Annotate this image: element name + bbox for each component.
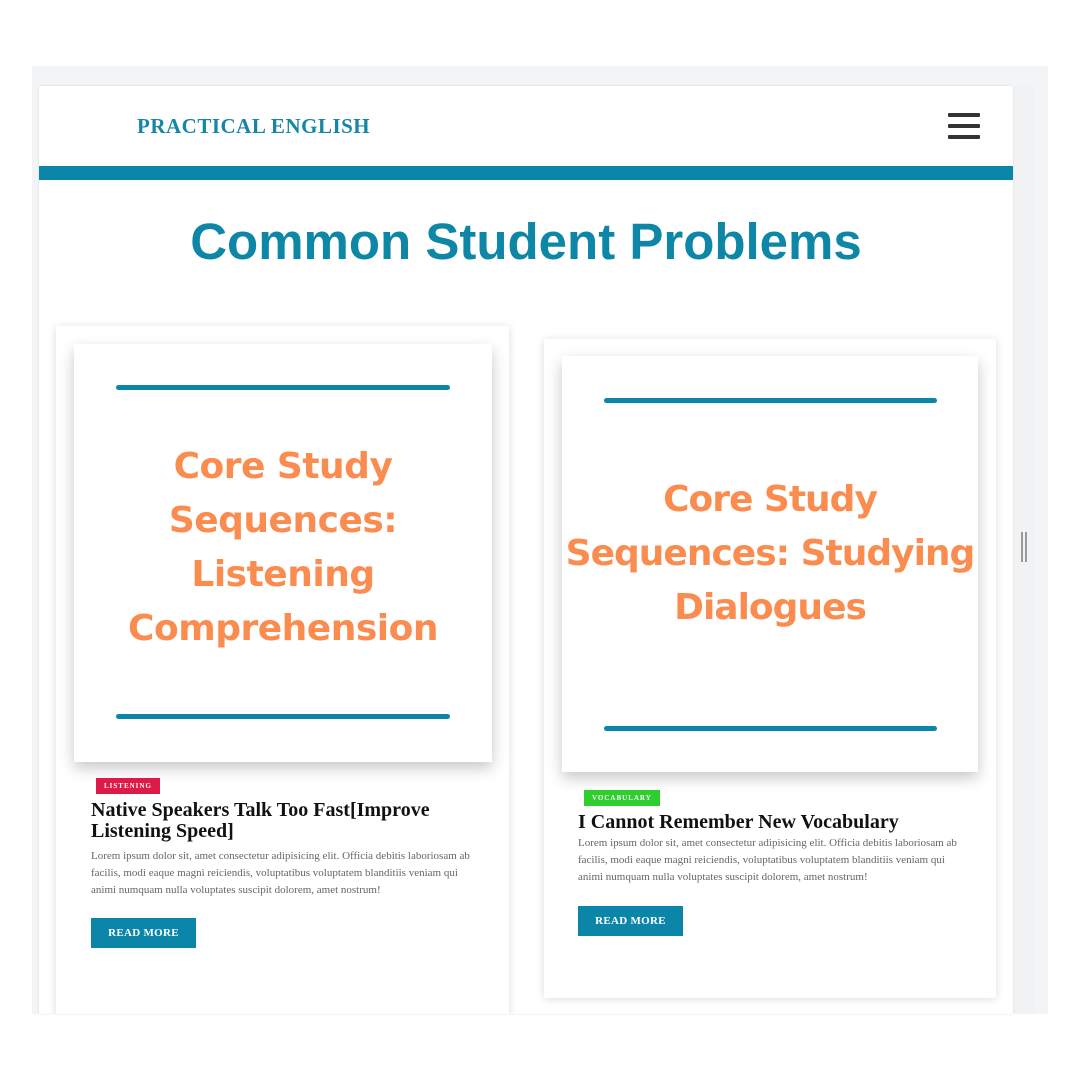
- thumbnail-text: Core Study Sequences: Listening Comprehe…: [128, 446, 438, 649]
- menu-bar: [948, 135, 980, 139]
- navbar: PRACTICAL ENGLISH: [39, 86, 1013, 166]
- menu-bar: [948, 124, 980, 128]
- post-thumbnail[interactable]: Core Study Sequences: Listening Comprehe…: [74, 344, 492, 762]
- post-excerpt: Lorem ipsum dolor sit, amet consectetur …: [578, 837, 957, 883]
- read-more-button[interactable]: READ MORE: [91, 918, 196, 948]
- page: PRACTICAL ENGLISH Common Student Problem…: [39, 86, 1013, 1014]
- thumbnail-bottom-rule: [116, 714, 450, 719]
- resize-handle-icon[interactable]: [1021, 532, 1027, 562]
- read-more-button[interactable]: READ MORE: [578, 906, 683, 936]
- category-badge[interactable]: LISTENING: [96, 778, 160, 794]
- post-title[interactable]: Native Speakers Talk Too Fast[Improve Li…: [91, 800, 471, 842]
- thumbnail-top-rule: [604, 398, 937, 403]
- thumbnail-bottom-rule: [604, 726, 937, 731]
- post-thumbnail[interactable]: Core Study Sequences: Studying Dialogues: [562, 356, 978, 772]
- hamburger-menu-icon[interactable]: [948, 113, 980, 139]
- header-accent-bar: [39, 166, 1013, 180]
- post-excerpt: Lorem ipsum dolor sit, amet consectetur …: [91, 850, 470, 896]
- site-logo[interactable]: PRACTICAL ENGLISH: [137, 114, 370, 139]
- post-card: Core Study Sequences: Listening Comprehe…: [56, 326, 509, 1014]
- page-title: Common Student Problems: [190, 213, 862, 270]
- category-badge[interactable]: VOCABULARY: [584, 790, 660, 806]
- thumbnail-text: Core Study Sequences: Studying Dialogues: [565, 479, 976, 628]
- post-title[interactable]: I Cannot Remember New Vocabulary: [578, 812, 968, 833]
- post-card: Core Study Sequences: Studying Dialogues…: [544, 339, 996, 998]
- thumbnail-top-rule: [116, 385, 450, 390]
- menu-bar: [948, 113, 980, 117]
